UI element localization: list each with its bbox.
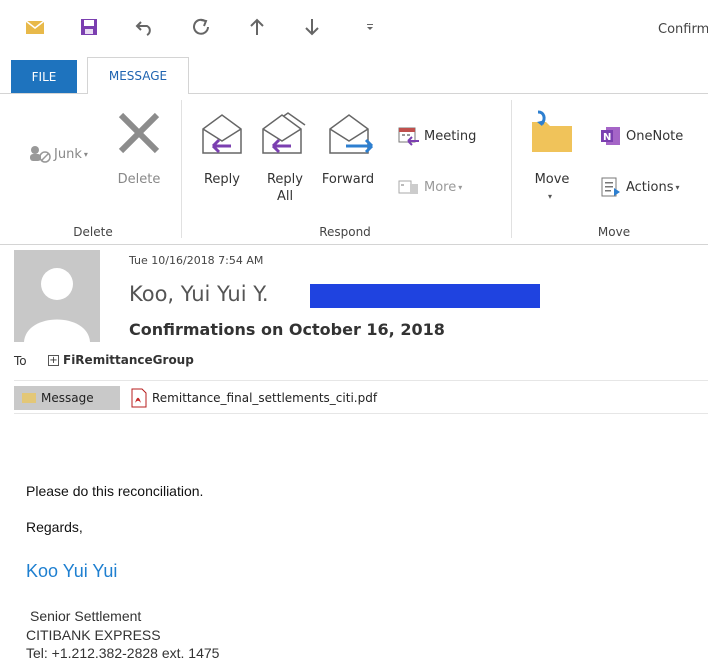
next-item-icon[interactable]	[299, 14, 325, 40]
avatar	[14, 250, 100, 342]
message-tab[interactable]: Message	[14, 386, 120, 410]
onenote-button[interactable]: N OneNote	[600, 125, 683, 147]
divider	[14, 380, 708, 381]
chevron-down-icon: ▾	[675, 182, 680, 192]
group-label-delete: Delete	[73, 225, 113, 239]
actions-icon	[601, 177, 620, 197]
group-label-respond: Respond	[319, 225, 371, 239]
reply-button[interactable]: Reply	[198, 171, 246, 188]
pdf-icon	[130, 388, 148, 412]
tab-message[interactable]: MESSAGE	[87, 57, 189, 94]
attachment-file[interactable]: Remittance_final_settlements_citi.pdf	[152, 391, 377, 405]
person-placeholder-icon	[24, 268, 90, 342]
move-button[interactable]: Move	[527, 171, 577, 188]
delete-icon	[117, 111, 161, 159]
actions-button[interactable]: Actions ▾	[600, 176, 680, 198]
redaction-bar	[310, 284, 540, 308]
sent-date: Tue 10/16/2018 7:54 AM	[129, 254, 264, 267]
body-regards: Regards,	[26, 519, 83, 535]
group-divider	[181, 100, 182, 238]
more-icon	[398, 180, 418, 194]
save-icon[interactable]	[76, 14, 102, 40]
message-subject: Confirmations on October 16, 2018	[129, 320, 445, 339]
message-tab-label: Message	[41, 391, 94, 405]
divider	[14, 413, 708, 414]
more-respond-button[interactable]: More ▾	[398, 178, 462, 196]
previous-item-icon[interactable]	[244, 14, 270, 40]
sender-name[interactable]: Koo, Yui Yui Y.	[129, 282, 269, 306]
body-line: Please do this reconciliation.	[26, 483, 204, 499]
undo-icon[interactable]	[132, 14, 158, 40]
onenote-label: OneNote	[626, 128, 684, 144]
forward-icon	[326, 111, 376, 161]
customize-toolbar-icon[interactable]	[357, 14, 383, 40]
junk-icon	[30, 146, 51, 163]
onenote-icon: N	[601, 127, 620, 145]
more-label: More	[424, 179, 457, 195]
redo-icon[interactable]	[188, 14, 214, 40]
group-divider	[511, 100, 512, 238]
expand-plus-icon[interactable]: +	[48, 355, 59, 366]
actions-label: Actions	[626, 179, 674, 195]
signature-company: CITIBANK EXPRESS	[26, 627, 161, 643]
meeting-button[interactable]: Meeting	[398, 126, 476, 146]
junk-label: Junk	[54, 146, 82, 162]
calendar-reply-icon	[398, 127, 419, 146]
window-title: Confirm	[658, 22, 708, 37]
reply-all-button[interactable]: Reply All	[261, 171, 309, 205]
mail-icon[interactable]	[22, 14, 48, 40]
signature-name: Koo Yui Yui	[26, 561, 118, 581]
signature-phone: Tel: +1.212.382-2828 ext. 1475	[26, 645, 220, 661]
move-folder-icon	[528, 108, 576, 160]
junk-button[interactable]: Junk ▾	[28, 145, 88, 163]
tab-file[interactable]: FILE	[11, 60, 77, 93]
signature-title: Senior Settlement	[30, 608, 142, 624]
chevron-down-icon: ▾	[458, 182, 463, 192]
chevron-down-icon: ▾	[548, 192, 553, 201]
group-label-move: Move	[597, 225, 631, 239]
ribbon: Junk ▾ Delete Delete Reply Reply All For…	[0, 93, 708, 245]
recipient-group[interactable]: FiRemittanceGroup	[63, 353, 194, 367]
reply-all-icon	[261, 111, 309, 161]
svg-text:N: N	[603, 132, 611, 143]
to-label: To	[14, 354, 27, 368]
forward-button[interactable]: Forward	[318, 171, 378, 188]
reply-icon	[199, 111, 245, 161]
delete-button[interactable]: Delete	[114, 171, 164, 188]
chevron-down-icon: ▾	[83, 149, 88, 159]
envelope-icon	[22, 393, 36, 403]
meeting-label: Meeting	[424, 128, 477, 144]
